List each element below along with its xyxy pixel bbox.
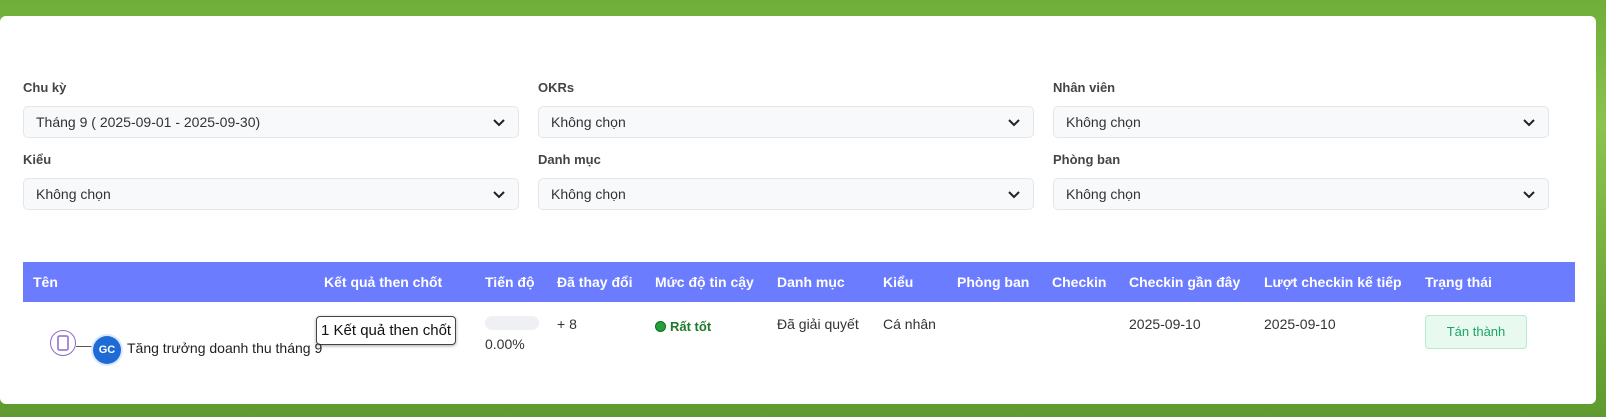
filter-employee-label: Nhân viên <box>1053 80 1116 95</box>
status-button[interactable]: Tán thành <box>1425 315 1527 349</box>
table-row: GC Tăng trưởng doanh thu tháng 9 1 Kết q… <box>23 302 1575 382</box>
changed-cell: + 8 <box>557 316 577 332</box>
next-checkin-cell: 2025-09-10 <box>1264 316 1336 332</box>
filter-cycle-label: Chu kỳ <box>23 80 67 95</box>
employee-select[interactable]: Không chọn <box>1053 106 1549 138</box>
okrs-select[interactable]: Không chọn <box>538 106 1034 138</box>
col-header-key-results: Kết quả then chốt <box>324 274 443 290</box>
key-results-cell: 1 Kết quả then chốt <box>314 302 475 382</box>
col-header-confidence: Mức độ tin cậy <box>655 274 754 290</box>
employee-select-value: Không chọn <box>1066 114 1141 130</box>
table-header-row: Tên Kết quả then chốt Tiến độ Đã thay đổ… <box>23 262 1575 302</box>
col-header-department: Phòng ban <box>957 274 1030 290</box>
filter-department-label: Phòng ban <box>1053 152 1121 167</box>
filter-type: Kiểu Không chọn <box>23 150 519 210</box>
confidence-dot-icon <box>655 321 666 332</box>
col-header-category: Danh mục <box>777 274 845 290</box>
category-cell: Đã giải quyết <box>777 316 859 332</box>
checkin-cell <box>1042 302 1119 382</box>
chevron-down-icon <box>1523 191 1535 199</box>
filter-employee: Nhân viên Không chọn <box>1053 78 1549 138</box>
progress-value: 0.00% <box>485 336 525 352</box>
filter-okrs: OKRs Không chọn <box>538 78 1034 138</box>
confidence-label: Rất tốt <box>670 319 712 334</box>
chevron-down-icon <box>1523 119 1535 127</box>
chevron-down-icon <box>1008 191 1020 199</box>
col-header-next-checkin: Lượt checkin kế tiếp <box>1264 274 1402 290</box>
filter-okrs-label: OKRs <box>538 80 575 95</box>
okrs-select-value: Không chọn <box>551 114 626 130</box>
company-logo-text: GC <box>98 344 116 356</box>
col-header-name: Tên <box>33 274 58 290</box>
category-select[interactable]: Không chọn <box>538 178 1034 210</box>
department-select[interactable]: Không chọn <box>1053 178 1549 210</box>
expand-toggle[interactable] <box>50 330 76 356</box>
tablet-icon <box>57 335 69 351</box>
confidence-cell: Rất tốt <box>645 302 767 382</box>
col-header-last-checkin: Checkin gần đây <box>1129 274 1241 290</box>
cycle-select[interactable]: Tháng 9 ( 2025-09-01 - 2025-09-30) <box>23 106 519 138</box>
col-header-changed: Đã thay đổi <box>557 274 633 290</box>
col-header-type: Kiểu <box>883 274 914 290</box>
filter-type-label: Kiểu <box>23 152 52 167</box>
status-cell: Tán thành <box>1415 302 1575 382</box>
tree-connector <box>76 346 94 347</box>
type-select[interactable]: Không chọn <box>23 178 519 210</box>
okr-table: Tên Kết quả then chốt Tiến độ Đã thay đổ… <box>23 262 1575 382</box>
cycle-select-value: Tháng 9 ( 2025-09-01 - 2025-09-30) <box>36 114 261 130</box>
category-select-value: Không chọn <box>551 186 626 202</box>
col-header-status: Trạng thái <box>1425 274 1492 290</box>
department-select-value: Không chọn <box>1066 186 1141 202</box>
name-cell: GC Tăng trưởng doanh thu tháng 9 <box>23 302 322 382</box>
progress-cell: 0.00% <box>475 302 547 382</box>
chevron-down-icon <box>1008 119 1020 127</box>
type-select-value: Không chọn <box>36 186 111 202</box>
col-header-checkin: Checkin <box>1052 274 1107 290</box>
chevron-down-icon <box>493 119 505 127</box>
department-cell <box>947 302 1042 382</box>
filter-category: Danh mục Không chọn <box>538 150 1034 210</box>
last-checkin-cell: 2025-09-10 <box>1129 316 1201 332</box>
col-header-progress: Tiến độ <box>485 274 535 290</box>
chevron-down-icon <box>493 191 505 199</box>
filter-department: Phòng ban Không chọn <box>1053 150 1549 210</box>
filter-cycle: Chu kỳ Tháng 9 ( 2025-09-01 - 2025-09-30… <box>23 78 519 138</box>
filter-category-label: Danh mục <box>538 152 601 167</box>
company-logo-icon: GC <box>93 336 121 364</box>
key-results-button[interactable]: 1 Kết quả then chốt <box>316 316 457 345</box>
objective-name[interactable]: Tăng trưởng doanh thu tháng 9 <box>127 340 322 356</box>
progress-bar <box>485 316 539 330</box>
type-cell: Cá nhân <box>883 316 936 332</box>
okr-panel: Chu kỳ Tháng 9 ( 2025-09-01 - 2025-09-30… <box>0 16 1596 404</box>
